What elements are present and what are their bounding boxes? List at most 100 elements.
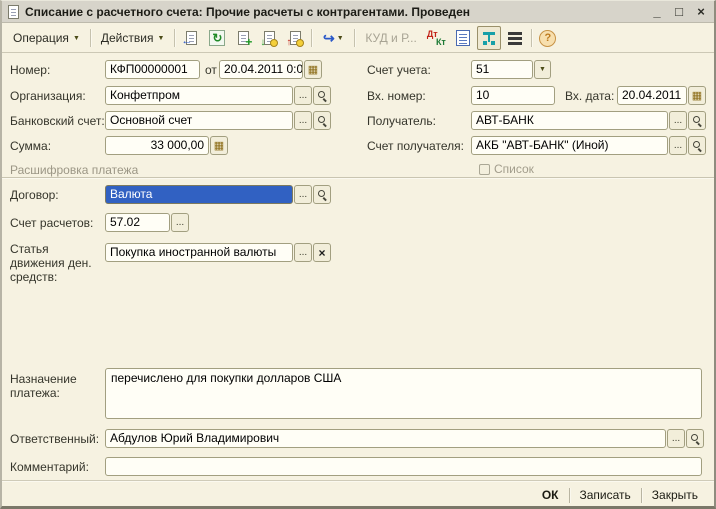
- close-form-button[interactable]: Закрыть: [642, 486, 708, 504]
- naznachenie-label: Назначение платежа:: [10, 372, 90, 400]
- schet-poluchatelya-open-button[interactable]: [688, 136, 706, 155]
- maximize-button[interactable]: □: [672, 3, 686, 21]
- chevron-down-icon: ▼: [73, 35, 80, 42]
- coin-icon: [270, 39, 278, 47]
- checkbox-icon: [479, 164, 490, 175]
- schet-poluchatelya-field[interactable]: АКБ "АВТ-БАНК" (Иной) ...: [471, 136, 706, 155]
- schet-ucheta-combo[interactable]: 51 ▼: [471, 60, 551, 79]
- ot-label: от: [205, 63, 217, 77]
- save-document-button[interactable]: ←: [179, 26, 203, 50]
- bank-account-select-button[interactable]: ...: [294, 111, 312, 130]
- window-title: Списание с расчетного счета: Прочие расч…: [25, 5, 642, 19]
- calendar-icon: ▦: [308, 63, 318, 76]
- dogovor-select-button[interactable]: ...: [294, 185, 312, 204]
- arrow-up-icon: ↑: [286, 38, 291, 48]
- ellipsis-icon: ...: [299, 115, 307, 126]
- footer-divider: [2, 480, 714, 481]
- go-arrow-icon: ↪: [323, 30, 335, 47]
- spisok-checkbox: Список: [479, 162, 534, 176]
- coin-icon: [296, 39, 304, 47]
- clear-icon: ×: [318, 246, 325, 260]
- org-field[interactable]: Конфетпром ...: [105, 86, 331, 105]
- chevron-down-icon: ▼: [337, 35, 344, 42]
- go-to-button[interactable]: ↪ ▼: [316, 26, 350, 50]
- copy-button[interactable]: +: [231, 26, 255, 50]
- operation-menu-button[interactable]: Операция ▼: [6, 27, 87, 49]
- nomer-field[interactable]: КФП00000001: [105, 60, 200, 79]
- show-postings-button[interactable]: Дт Кт: [425, 26, 449, 50]
- summa-field[interactable]: 33 000,00 ▦: [105, 136, 228, 155]
- calculator-button[interactable]: ▦: [210, 136, 228, 155]
- schet-raschetov-select-button[interactable]: ...: [171, 213, 189, 232]
- statya-dds-clear-button[interactable]: ×: [313, 243, 331, 262]
- tree-structure-icon: [481, 30, 497, 46]
- toolbar-separator: [174, 29, 175, 47]
- bank-account-field[interactable]: Основной счет ...: [105, 111, 331, 130]
- bank-account-open-button[interactable]: [313, 111, 331, 130]
- toolbar: Операция ▼ Действия ▼ ← ↻ + ↓ ↑: [2, 24, 714, 53]
- document-form: Номер: КФП00000001 от 20.04.2011 0:00:00…: [2, 53, 714, 506]
- org-open-button[interactable]: [313, 86, 331, 105]
- arrow-down-icon: ↓: [260, 38, 265, 48]
- toolbar-separator: [311, 29, 312, 47]
- statya-dds-select-button[interactable]: ...: [294, 243, 312, 262]
- magnifier-icon: [317, 115, 328, 126]
- schet-poluchatelya-select-button[interactable]: ...: [669, 136, 687, 155]
- unpost-document-button[interactable]: ↑: [283, 26, 307, 50]
- list-settings-button[interactable]: [503, 26, 527, 50]
- plus-icon: +: [245, 36, 252, 48]
- section-header: Расшифровка платежа: [10, 163, 138, 177]
- magnifier-icon: [690, 433, 701, 444]
- schet-ucheta-label: Счет учета:: [367, 63, 431, 77]
- dropdown-button[interactable]: ▼: [534, 60, 551, 79]
- vh-nomer-field[interactable]: 10: [471, 86, 555, 105]
- arrow-left-icon: ←: [181, 36, 192, 47]
- bank-account-label: Банковский счет:: [10, 114, 105, 128]
- schet-raschetov-field[interactable]: 57.02 ...: [105, 213, 189, 232]
- poluchatel-select-button[interactable]: ...: [669, 111, 687, 130]
- ok-button[interactable]: ОК: [532, 486, 569, 504]
- chevron-down-icon: ▼: [539, 66, 546, 73]
- vh-data-label: Вх. дата:: [565, 89, 614, 103]
- ellipsis-icon: ...: [672, 433, 680, 444]
- post-document-button[interactable]: ↓: [257, 26, 281, 50]
- document-date-field[interactable]: 20.04.2011 0:00:00 ▦: [219, 60, 322, 79]
- title-bar[interactable]: Списание с расчетного счета: Прочие расч…: [2, 1, 714, 23]
- refresh-button[interactable]: ↻: [205, 26, 229, 50]
- magnifier-icon: [317, 90, 328, 101]
- otvetstvennyy-select-button[interactable]: ...: [667, 429, 685, 448]
- naznachenie-textarea[interactable]: перечислено для покупки долларов США: [105, 368, 702, 419]
- kommentariy-label: Комментарий:: [10, 460, 89, 474]
- save-button[interactable]: Записать: [570, 486, 641, 504]
- otvetstvennyy-field[interactable]: Абдулов Юрий Владимирович ...: [105, 429, 704, 448]
- minimize-button[interactable]: _: [650, 3, 664, 21]
- statya-dds-label: Статья движения ден. средств:: [10, 242, 105, 284]
- ellipsis-icon: ...: [674, 140, 682, 151]
- calendar-button[interactable]: ▦: [688, 86, 706, 105]
- journal-button[interactable]: [451, 26, 475, 50]
- otvetstvennyy-open-button[interactable]: [686, 429, 704, 448]
- dogovor-open-button[interactable]: [313, 185, 331, 204]
- calculator-icon: ▦: [214, 139, 224, 152]
- vh-data-field[interactable]: 20.04.2011 ▦: [617, 86, 706, 105]
- refresh-icon: ↻: [209, 30, 225, 46]
- org-select-button[interactable]: ...: [294, 86, 312, 105]
- actions-menu-button[interactable]: Действия ▼: [94, 27, 172, 49]
- poluchatel-field[interactable]: АВТ-БАНК ...: [471, 111, 706, 130]
- structure-toggle-button[interactable]: [477, 26, 501, 50]
- ellipsis-icon: ...: [299, 90, 307, 101]
- dogovor-field[interactable]: Валюта ...: [105, 185, 331, 204]
- statya-dds-field[interactable]: Покупка иностранной валюты ... ×: [105, 243, 331, 262]
- close-button[interactable]: ×: [694, 3, 708, 21]
- footer-buttons: ОК Записать Закрыть: [532, 484, 708, 506]
- help-button[interactable]: ?: [536, 26, 560, 50]
- calendar-button[interactable]: ▦: [304, 60, 322, 79]
- toolbar-separator: [531, 29, 532, 47]
- ellipsis-icon: ...: [299, 189, 307, 200]
- toolbar-separator: [90, 29, 91, 47]
- poluchatel-open-button[interactable]: [688, 111, 706, 130]
- kommentariy-field[interactable]: [105, 457, 702, 476]
- kud-button-disabled: КУД и Р...: [358, 27, 423, 49]
- org-label: Организация:: [10, 89, 86, 103]
- journal-icon: [456, 30, 470, 46]
